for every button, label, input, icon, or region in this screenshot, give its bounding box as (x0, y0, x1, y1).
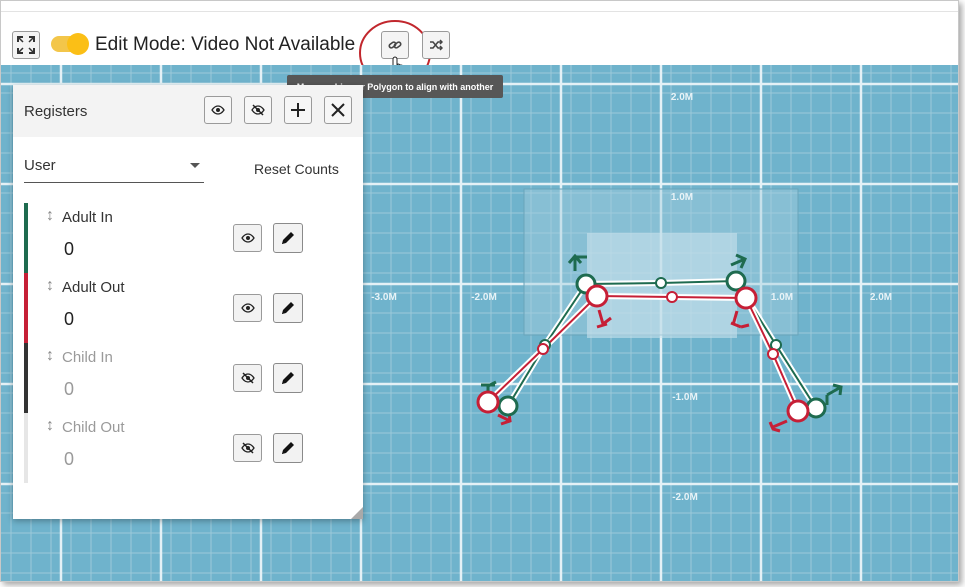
pencil-icon (282, 232, 294, 244)
eye-icon (240, 233, 255, 243)
drag-handle-icon[interactable]: ↕ (46, 277, 54, 295)
registers-panel: Registers User Reset Counts ↕ Adult In 0… (13, 85, 363, 519)
drag-handle-icon[interactable]: ↕ (46, 417, 54, 435)
eye-icon (211, 105, 225, 115)
toolbar-divider (1, 11, 958, 12)
edit-mode-toggle[interactable] (51, 33, 89, 55)
fullscreen-icon (17, 36, 35, 54)
x-label-1m: 1.0M (771, 292, 793, 303)
top-toolbar: Edit Mode: Video Not Available (1, 1, 958, 86)
register-count: 0 (64, 239, 75, 259)
visibility-button[interactable] (233, 434, 262, 462)
toggle-knob (67, 33, 89, 55)
register-color-bar (24, 413, 28, 483)
register-color-bar (24, 273, 28, 343)
panel-header: Registers (13, 85, 363, 137)
eye-off-icon (251, 104, 265, 116)
close-panel-button[interactable] (324, 96, 352, 124)
resize-handle[interactable] (351, 507, 363, 519)
panel-title: Registers (24, 103, 88, 120)
register-count: 0 (64, 379, 75, 399)
pencil-icon (282, 372, 294, 384)
y-label-2m: 2.0M (671, 92, 693, 103)
register-adult-out: ↕ Adult Out 0 (24, 273, 354, 343)
register-adult-in: ↕ Adult In 0 (24, 203, 354, 273)
add-register-button[interactable] (284, 96, 312, 124)
shuffle-button[interactable] (422, 31, 450, 59)
register-child-out: ↕ Child Out 0 (24, 413, 354, 483)
pencil-icon (282, 442, 294, 454)
edit-button[interactable] (273, 363, 303, 393)
plus-icon (291, 103, 305, 117)
y-label-1m: 1.0M (671, 192, 693, 203)
reset-counts-button[interactable]: Reset Counts (254, 161, 339, 177)
pencil-icon (282, 302, 294, 314)
x-label-neg3m: -3.0M (371, 292, 397, 303)
edit-button[interactable] (273, 433, 303, 463)
register-count: 0 (64, 309, 75, 329)
visibility-button[interactable] (233, 364, 262, 392)
page-title: Edit Mode: Video Not Available (95, 34, 356, 55)
drag-handle-icon[interactable]: ↕ (46, 347, 54, 365)
y-label-neg1m: -1.0M (672, 392, 698, 403)
register-name: Child In (62, 349, 113, 366)
register-count: 0 (64, 449, 75, 469)
eye-off-icon (240, 372, 255, 384)
edit-button[interactable] (273, 223, 303, 253)
drag-handle-icon[interactable]: ↕ (46, 207, 54, 225)
select-value: User (24, 157, 56, 174)
register-name: Child Out (62, 419, 125, 436)
eye-icon (240, 303, 255, 313)
app-window: Edit Mode: Video Not Available 2.0M 1.0M… (0, 0, 959, 582)
register-color-bar (24, 343, 28, 413)
close-icon (331, 103, 345, 117)
show-all-button[interactable] (204, 96, 232, 124)
user-select[interactable]: User (24, 153, 204, 183)
register-color-bar (24, 203, 28, 273)
chevron-down-icon (190, 163, 200, 168)
eye-off-icon (240, 442, 255, 454)
y-label-neg2m: -2.0M (672, 492, 698, 503)
x-label-2m: 2.0M (870, 292, 892, 303)
visibility-button[interactable] (233, 294, 262, 322)
register-name: Adult Out (62, 279, 125, 296)
hide-all-button[interactable] (244, 96, 272, 124)
edit-button[interactable] (273, 293, 303, 323)
x-label-neg2m: -2.0M (471, 292, 497, 303)
visibility-button[interactable] (233, 224, 262, 252)
register-child-in: ↕ Child In 0 (24, 343, 354, 413)
fullscreen-button[interactable] (12, 31, 40, 59)
shuffle-icon (430, 39, 443, 51)
register-name: Adult In (62, 209, 113, 226)
